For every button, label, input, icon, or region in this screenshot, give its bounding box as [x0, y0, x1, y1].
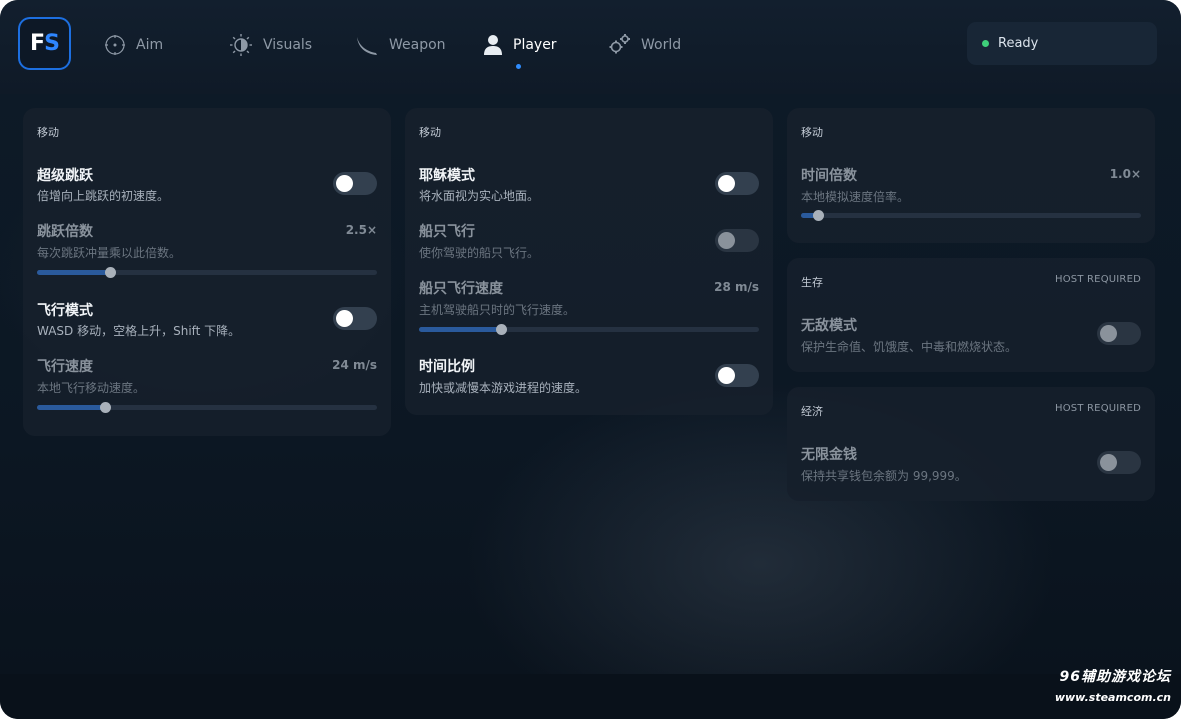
slider-fill: [37, 270, 111, 275]
tab-aim[interactable]: Aim: [104, 30, 163, 60]
god-mode-toggle[interactable]: [1097, 322, 1141, 345]
card-title: 移动: [801, 126, 823, 139]
jesus-mode-desc: 将水面视为实心地面。: [419, 189, 540, 203]
jesus-mode-toggle[interactable]: [715, 172, 759, 195]
toggle-knob: [336, 175, 353, 192]
tab-label: Visuals: [263, 37, 313, 53]
slider-fill: [37, 405, 105, 410]
fly-mode-toggle[interactable]: [333, 307, 377, 330]
blade-icon: [355, 33, 379, 57]
host-required-badge: HOST REQUIRED: [1055, 274, 1141, 285]
tab-label: Weapon: [389, 37, 446, 53]
tab-world[interactable]: World: [607, 30, 681, 60]
boat-fly-label: 船只飞行: [419, 224, 475, 240]
slider-fill: [419, 327, 501, 332]
boat-fly-toggle[interactable]: [715, 229, 759, 252]
toggle-knob: [336, 310, 353, 327]
jump-multiplier-value: 2.5×: [345, 223, 377, 237]
card-title: 移动: [419, 126, 441, 139]
time-scale-toggle[interactable]: [715, 364, 759, 387]
infinite-money-toggle[interactable]: [1097, 451, 1141, 474]
tab-label: World: [641, 37, 682, 53]
tab-weapon[interactable]: Weapon: [355, 30, 446, 60]
status-text: Ready: [998, 36, 1039, 51]
active-tab-indicator: [516, 64, 521, 69]
user-icon: [483, 34, 503, 56]
top-navigation-bar: FS Aim Visuals Weapon Player World Ready: [0, 0, 1181, 94]
super-jump-label: 超级跳跃: [37, 168, 93, 184]
tab-label: Player: [513, 37, 557, 53]
jump-multiplier-desc: 每次跳跃冲量乘以此倍数。: [37, 246, 182, 260]
super-jump-toggle[interactable]: [333, 172, 377, 195]
infinite-money-desc: 保持共享钱包余额为 99,999。: [801, 469, 967, 483]
jump-multiplier-label: 跳跃倍数: [37, 224, 93, 240]
logo-letter-f: F: [30, 31, 45, 56]
logo-letter-s: S: [44, 31, 60, 56]
fly-speed-value: 24 m/s: [332, 358, 377, 372]
survival-card: 生存 HOST REQUIRED 无敌模式 保护生命值、饥饿度、中毒和燃烧状态。: [787, 258, 1155, 372]
app-window: FS Aim Visuals Weapon Player World Ready…: [0, 0, 1181, 719]
status-dot: [982, 40, 989, 47]
slider-thumb[interactable]: [105, 267, 117, 278]
app-logo: FS: [18, 17, 71, 70]
time-scale-label: 时间比例: [419, 359, 475, 375]
tab-player[interactable]: Player: [483, 30, 557, 60]
boat-fly-desc: 使你驾驶的船只飞行。: [419, 246, 540, 260]
forum-watermark: 96辅助游戏论坛 www.steamcom.cn: [1055, 666, 1171, 704]
toggle-knob: [718, 367, 735, 384]
fly-mode-desc: WASD 移动，空格上升，Shift 下降。: [37, 324, 241, 338]
god-mode-label: 无敌模式: [801, 318, 857, 334]
card-title: 移动: [37, 126, 59, 139]
sun-icon: [229, 33, 253, 57]
time-multiplier-value: 1.0×: [1109, 167, 1141, 181]
tab-label: Aim: [136, 37, 164, 53]
tab-visuals[interactable]: Visuals: [229, 30, 312, 60]
movement-card-1: 移动 超级跳跃 倍增向上跳跃的初速度。 跳跃倍数 2.5× 每次跳跃冲量乘以此倍…: [23, 108, 391, 436]
toggle-knob: [1100, 454, 1117, 471]
fly-speed-label: 飞行速度: [37, 359, 93, 375]
status-indicator: Ready: [967, 22, 1157, 65]
fly-speed-slider[interactable]: [37, 402, 377, 413]
slider-thumb[interactable]: [813, 210, 824, 221]
fly-mode-label: 飞行模式: [37, 303, 93, 319]
fly-speed-desc: 本地飞行移动速度。: [37, 381, 146, 395]
toggle-knob: [718, 232, 735, 249]
super-jump-desc: 倍增向上跳跃的初速度。: [37, 189, 170, 203]
boat-fly-speed-label: 船只飞行速度: [419, 281, 503, 297]
toggle-knob: [1100, 325, 1117, 342]
card-title: 经济: [801, 405, 823, 418]
infinite-money-label: 无限金钱: [801, 447, 857, 463]
crosshair-icon: [104, 34, 126, 56]
toggle-knob: [718, 175, 735, 192]
slider-thumb[interactable]: [495, 324, 507, 335]
time-multiplier-label: 时间倍数: [801, 168, 857, 184]
time-scale-desc: 加快或减慢本游戏进程的速度。: [419, 381, 588, 395]
watermark-line-2: www.steamcom.cn: [1054, 691, 1171, 704]
god-mode-desc: 保护生命值、饥饿度、中毒和燃烧状态。: [801, 340, 1018, 354]
economy-card: 经济 HOST REQUIRED 无限金钱 保持共享钱包余额为 99,999。: [787, 387, 1155, 501]
footer-strip: [0, 674, 1181, 719]
boat-fly-speed-desc: 主机驾驶船只时的飞行速度。: [419, 303, 576, 317]
movement-card-3: 移动 时间倍数 1.0× 本地模拟速度倍率。: [787, 108, 1155, 243]
card-title: 生存: [801, 276, 823, 289]
time-multiplier-slider[interactable]: [801, 210, 1141, 221]
jump-multiplier-slider[interactable]: [37, 267, 377, 278]
slider-thumb[interactable]: [100, 402, 111, 413]
watermark-line-1: 96辅助游戏论坛: [1059, 669, 1171, 685]
boat-fly-speed-slider[interactable]: [419, 324, 759, 335]
movement-card-2: 移动 耶稣模式 将水面视为实心地面。 船只飞行 使你驾驶的船只飞行。 船只飞行速…: [405, 108, 773, 415]
gears-icon: [607, 33, 631, 57]
time-multiplier-desc: 本地模拟速度倍率。: [801, 190, 910, 204]
boat-fly-speed-value: 28 m/s: [714, 280, 759, 294]
host-required-badge: HOST REQUIRED: [1055, 403, 1141, 414]
jesus-mode-label: 耶稣模式: [419, 168, 475, 184]
